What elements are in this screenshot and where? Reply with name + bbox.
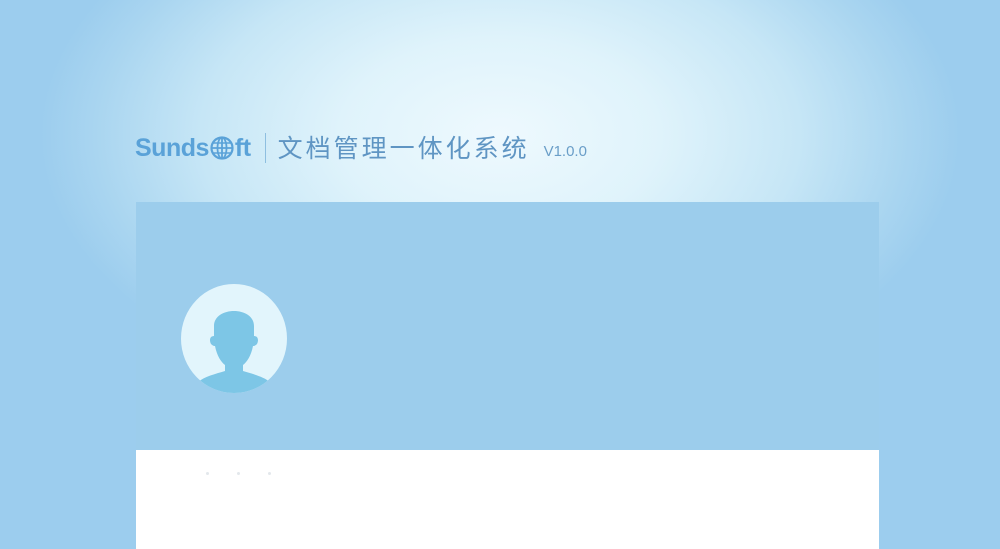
user-avatar-icon	[181, 284, 287, 393]
app-title: 文档管理一体化系统	[277, 133, 530, 163]
loading-dot	[268, 472, 271, 475]
brand-logo: Sunds ft	[135, 133, 251, 162]
loading-dot	[206, 472, 209, 475]
header-divider	[264, 133, 266, 163]
brand-logo-text-right: ft	[234, 133, 251, 162]
brand-logo-text-left: Sunds	[135, 133, 209, 162]
loading-indicator	[206, 472, 271, 475]
login-card-body	[136, 450, 879, 549]
app-version: V1.0.0	[543, 142, 587, 160]
globe-icon	[210, 136, 234, 160]
login-card	[136, 202, 879, 549]
loading-dot	[237, 472, 240, 475]
app-header: Sunds ft 文档管理一体化系统 V1.0.0	[135, 128, 587, 168]
login-card-banner	[136, 202, 879, 450]
